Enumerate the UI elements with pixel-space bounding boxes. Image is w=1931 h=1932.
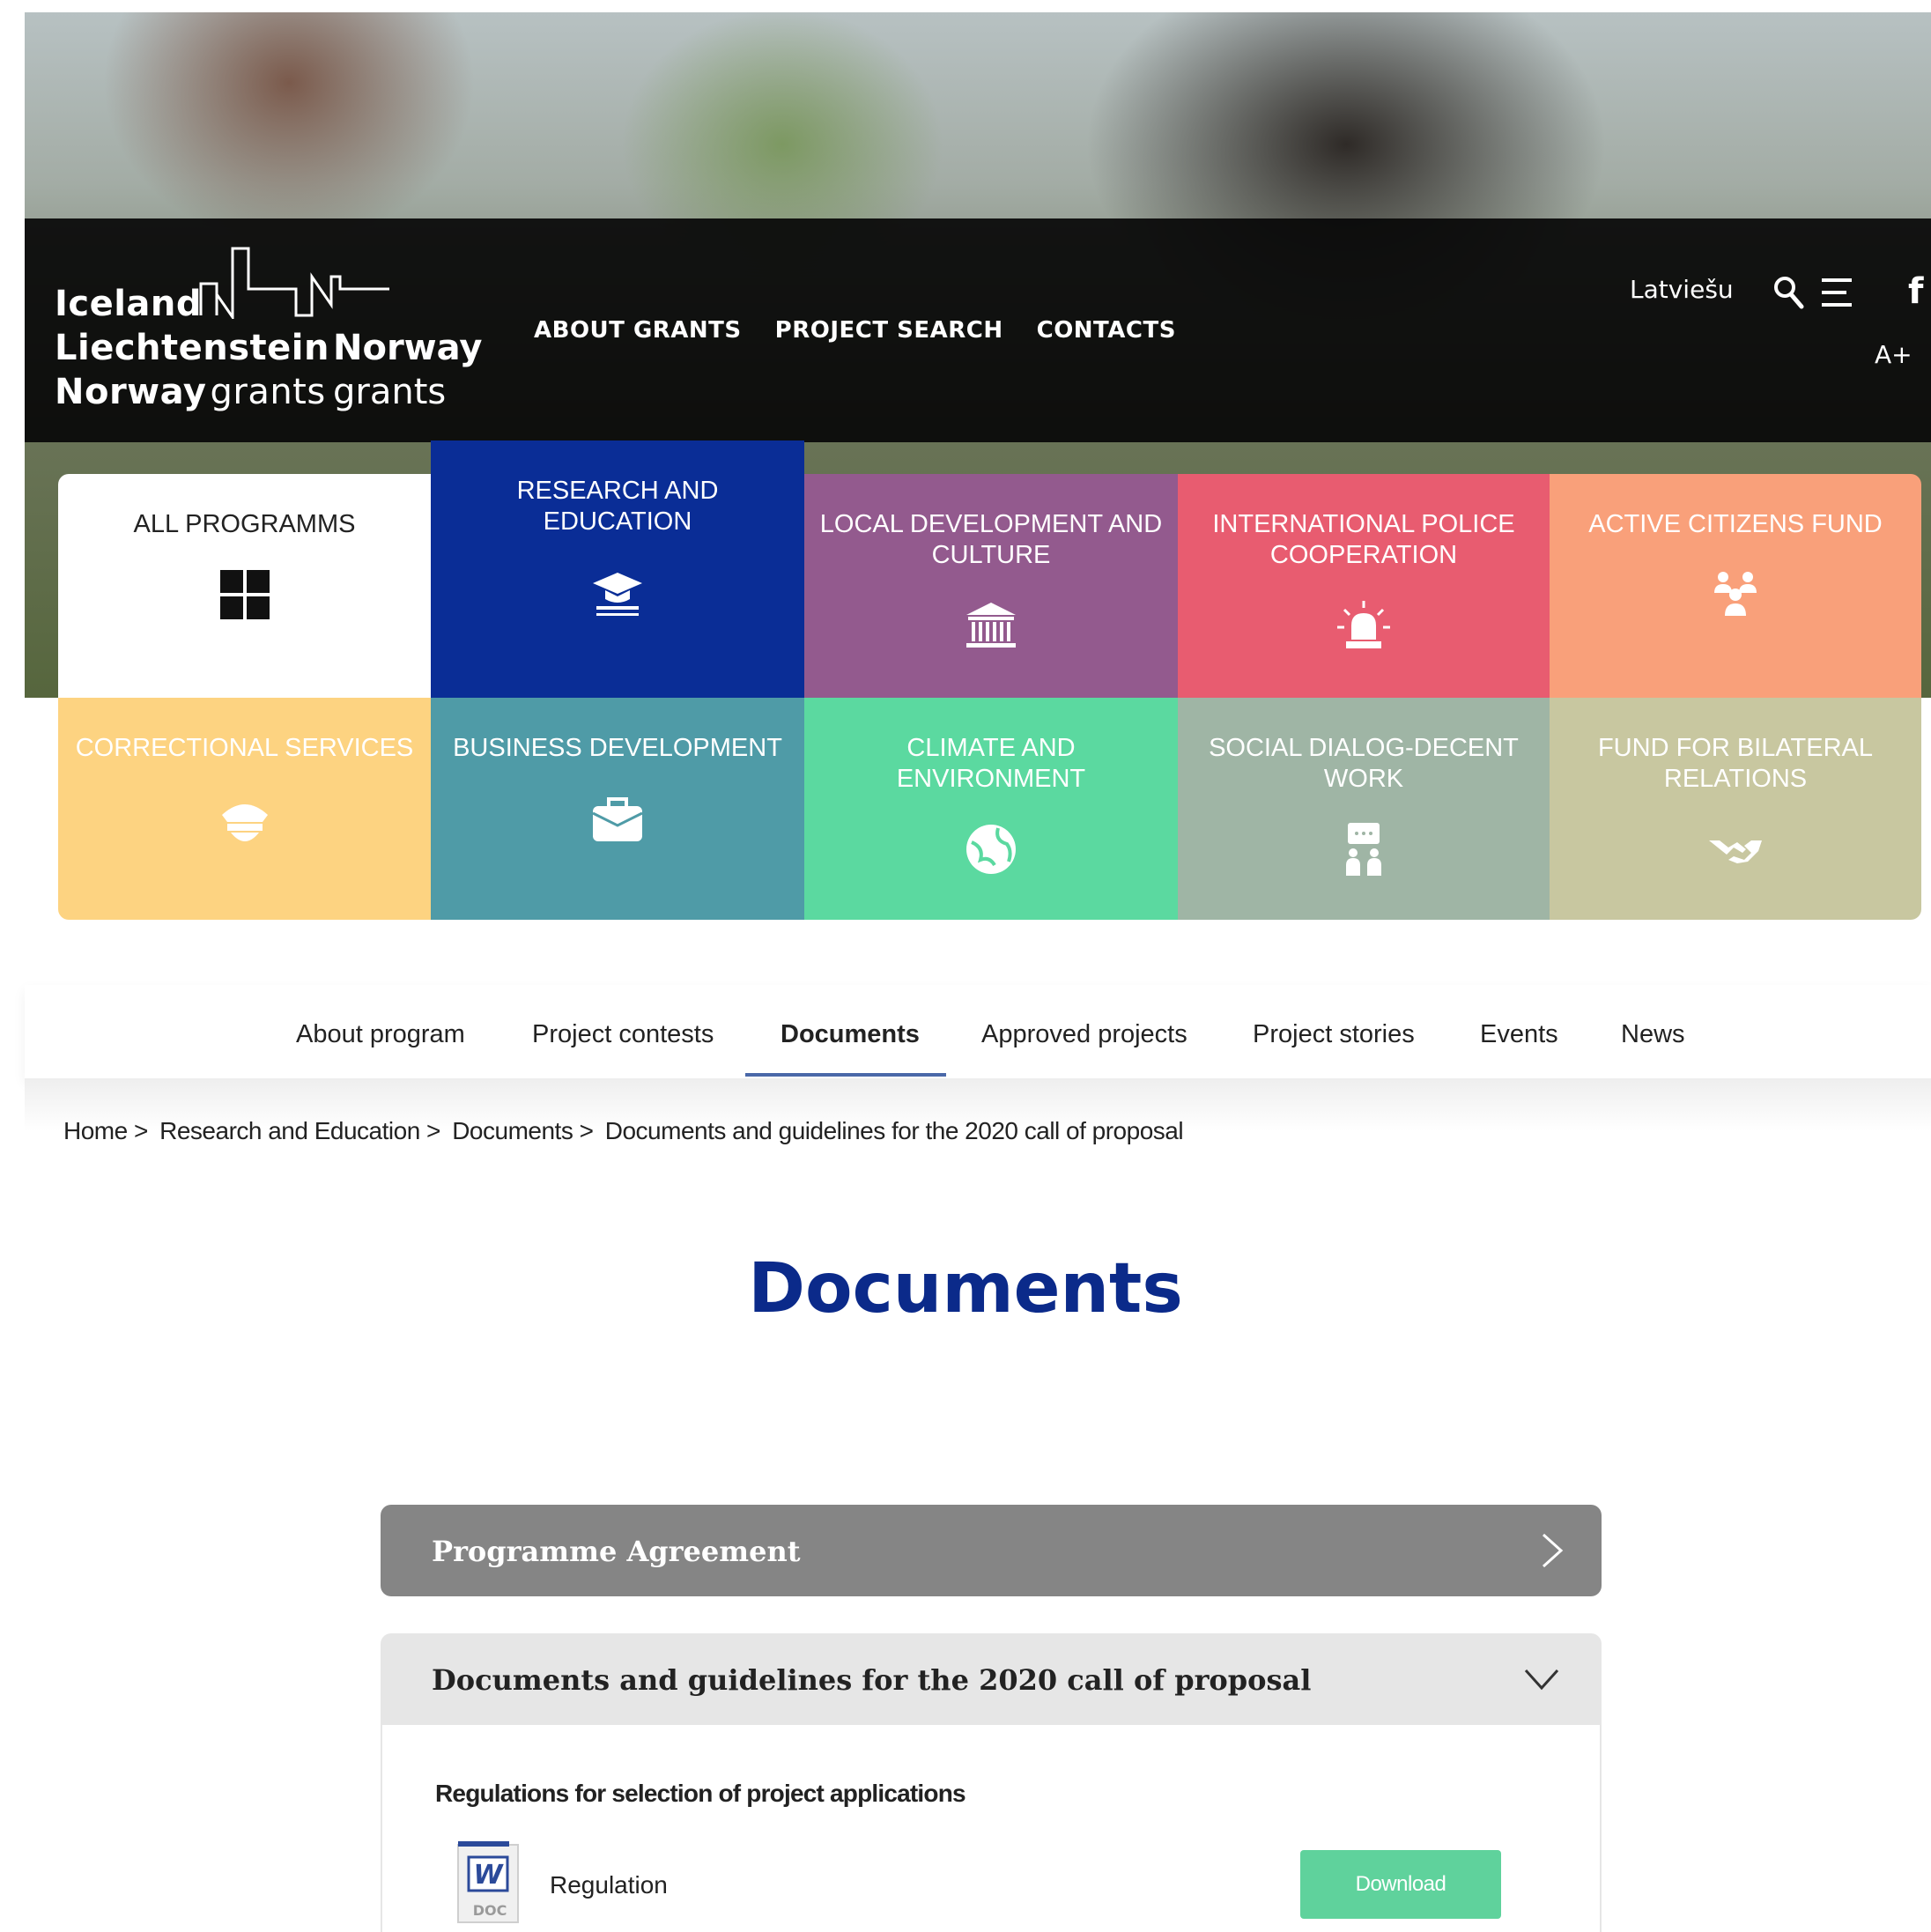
globe-icon (963, 821, 1019, 877)
logo-liechtenstein: Liechtenstein (55, 328, 329, 368)
main-nav: ABOUT GRANTS PROJECT SEARCH CONTACTS (534, 317, 1176, 344)
program-tile-label: ACTIVE CITIZENS FUND (1588, 510, 1883, 538)
accordion-title: Documents and guidelines for the 2020 ca… (432, 1663, 1312, 1697)
subnav-approved-projects[interactable]: Approved projects (981, 1020, 1187, 1049)
subnav-documents[interactable]: Documents (781, 1020, 920, 1049)
language-switch[interactable]: Latviešu (1630, 275, 1734, 304)
program-tile[interactable]: BUSINESS DEVELOPMENT (431, 698, 804, 920)
word-doc-icon: W DOC (457, 1841, 519, 1923)
breadcrumb-current: Documents and guidelines for the 2020 ca… (604, 1117, 1184, 1144)
document-name: Regulation (550, 1871, 668, 1899)
font-size-toggle[interactable]: A+ (1875, 340, 1913, 369)
page-title: Documents (748, 1249, 1183, 1329)
accordion-2020-call-documents[interactable]: Documents and guidelines for the 2020 ca… (381, 1633, 1602, 1725)
section-title: Regulations for selection of project app… (435, 1780, 966, 1807)
program-tile-label: CORRECTIONAL SERVICES (75, 734, 414, 762)
accordion-body: Regulations for selection of project app… (381, 1725, 1602, 1932)
breadcrumb-documents[interactable]: Documents (452, 1117, 573, 1144)
search-icon[interactable] (1772, 275, 1804, 310)
graduation-cap-icon (589, 564, 646, 620)
program-tile-label: BUSINESS DEVELOPMENT (453, 734, 782, 762)
program-tile-label: ALL PROGRAMMS (133, 510, 356, 538)
program-subnav: About program Project contests Documents… (25, 985, 1931, 1078)
program-tile[interactable]: SOCIAL DIALOG-DECENT WORK (1178, 698, 1550, 920)
breadcrumb: Home > Research and Education > Document… (63, 1117, 1184, 1144)
svg-text:DOC: DOC (473, 1902, 507, 1919)
accordion-programme-agreement[interactable]: Programme Agreement (381, 1505, 1602, 1596)
program-tile[interactable]: CORRECTIONAL SERVICES (58, 698, 431, 920)
facebook-icon[interactable]: f (1908, 271, 1923, 312)
skyline-logo-icon (199, 247, 389, 319)
siren-icon (1335, 597, 1392, 654)
dialog-icon (1335, 821, 1392, 877)
program-tile-label: SOCIAL DIALOG-DECENT WORK (1209, 734, 1519, 793)
program-tile[interactable]: ALL PROGRAMMS (58, 474, 431, 698)
breadcrumb-home[interactable]: Home (63, 1117, 128, 1144)
briefcase-icon (589, 790, 646, 847)
museum-icon (963, 597, 1019, 654)
logo-grants-right: grants (333, 372, 447, 412)
subnav-project-contests[interactable]: Project contests (532, 1020, 714, 1049)
program-tile-label: CLIMATE AND ENVIRONMENT (896, 734, 1086, 793)
people-icon (1707, 566, 1764, 623)
grid-icon (217, 566, 273, 623)
program-tile[interactable]: ACTIVE CITIZENS FUND (1550, 474, 1921, 698)
logo-iceland: Iceland (55, 284, 203, 324)
breadcrumb-research-education[interactable]: Research and Education (159, 1117, 420, 1144)
handshake-icon (1707, 821, 1764, 877)
program-tile-label: INTERNATIONAL POLICE COOPERATION (1212, 510, 1515, 569)
nav-project-search[interactable]: PROJECT SEARCH (775, 317, 1003, 344)
accordion-title: Programme Agreement (432, 1535, 801, 1568)
program-tile-label: LOCAL DEVELOPMENT AND CULTURE (819, 510, 1163, 569)
program-tile-label: RESEARCH AND EDUCATION (516, 477, 719, 536)
program-tile[interactable]: FUND FOR BILATERAL RELATIONS (1550, 698, 1921, 920)
svg-text:W: W (473, 1860, 504, 1891)
nav-contacts[interactable]: CONTACTS (1037, 317, 1176, 344)
logo-norway-right: Norway (333, 328, 483, 368)
chevron-down-icon (1524, 1669, 1559, 1691)
nav-about-grants[interactable]: ABOUT GRANTS (534, 317, 742, 344)
program-tile[interactable]: INTERNATIONAL POLICE COOPERATION (1178, 474, 1550, 698)
subnav-events[interactable]: Events (1480, 1020, 1558, 1049)
program-tile[interactable]: LOCAL DEVELOPMENT AND CULTURE (804, 474, 1178, 698)
program-tile-label: FUND FOR BILATERAL RELATIONS (1597, 734, 1874, 793)
active-tab-indicator (745, 1073, 946, 1077)
subnav-news[interactable]: News (1621, 1020, 1685, 1049)
logo-grants-left: grants (210, 372, 326, 412)
subnav-about-program[interactable]: About program (296, 1020, 465, 1049)
download-button[interactable]: Download (1300, 1850, 1501, 1919)
chevron-right-icon (1542, 1533, 1564, 1568)
logo-norway-grants-left: Norway grants (55, 372, 326, 412)
program-tile[interactable]: CLIMATE AND ENVIRONMENT (804, 698, 1178, 920)
menu-icon[interactable] (1820, 277, 1855, 308)
subnav-project-stories[interactable]: Project stories (1253, 1020, 1415, 1049)
police-cap-icon (217, 790, 273, 847)
site-logo[interactable]: Iceland Liechtenstein Norway grants Norwa… (55, 240, 482, 416)
program-tile[interactable]: RESEARCH AND EDUCATION (431, 440, 804, 698)
